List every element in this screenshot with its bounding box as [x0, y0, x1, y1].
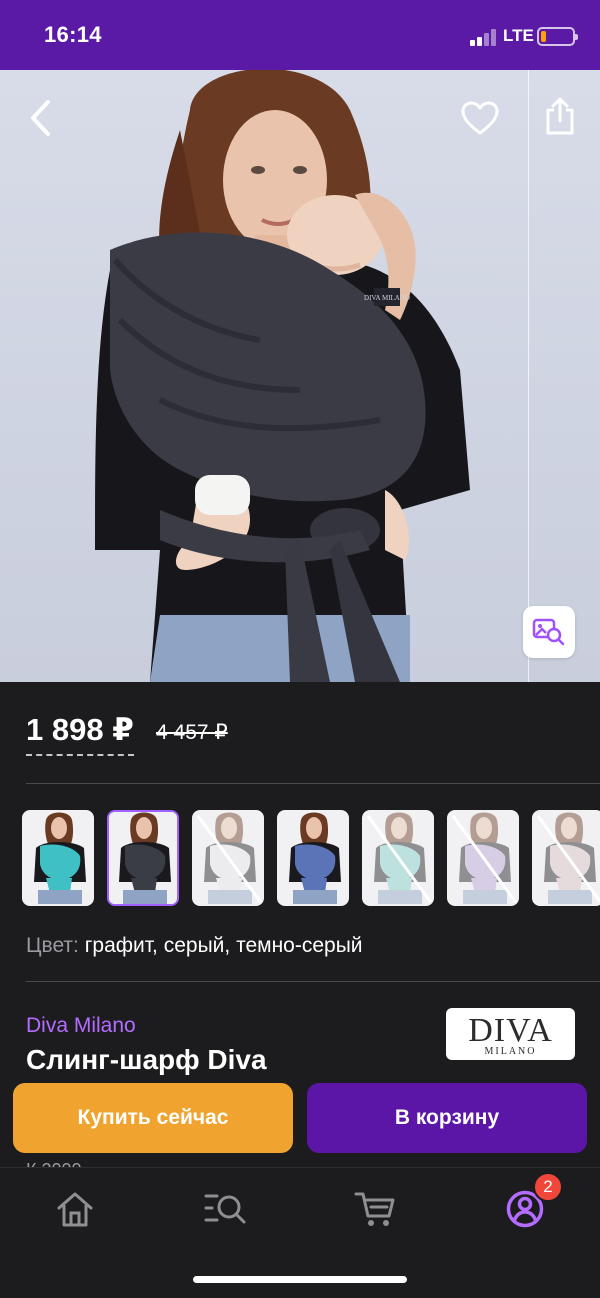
- color-variant-7[interactable]: [532, 810, 600, 906]
- status-bar: 16:14 LTE: [0, 0, 600, 70]
- variant-thumbnail: [24, 812, 92, 904]
- color-variant-4[interactable]: [277, 810, 349, 906]
- color-variant-list: [22, 810, 600, 908]
- color-variant-2[interactable]: [107, 810, 179, 906]
- color-label: Цвет:: [26, 934, 79, 957]
- variant-thumbnail: [279, 812, 347, 904]
- divider: [26, 981, 600, 982]
- add-to-cart-button[interactable]: В корзину: [307, 1083, 587, 1153]
- variant-thumbnail: [364, 812, 432, 904]
- catalog-search-icon: [204, 1194, 246, 1224]
- brand-logo-sub: MILANO: [484, 1046, 537, 1057]
- color-variant-1[interactable]: [22, 810, 94, 906]
- visual-search-button[interactable]: [523, 606, 575, 658]
- color-info: Цвет: графит, серый, темно-серый: [26, 934, 363, 958]
- back-button[interactable]: [18, 96, 62, 140]
- brand-link[interactable]: Diva Milano: [26, 1014, 136, 1038]
- buy-now-button[interactable]: Купить сейчас: [13, 1083, 293, 1153]
- home-icon: [57, 1192, 93, 1227]
- variant-thumbnail: [194, 812, 262, 904]
- product-title: Слинг-шарф Diva: [26, 1044, 267, 1075]
- signal-icon: [470, 28, 498, 46]
- divider: [26, 783, 600, 784]
- brand-logo-main: DIVA: [468, 1012, 553, 1049]
- favorite-button[interactable]: [456, 96, 504, 140]
- notification-badge: 2: [533, 1172, 563, 1202]
- network-type: LTE: [503, 26, 534, 45]
- image-search-icon: [532, 618, 565, 646]
- status-time: 16:14: [44, 22, 102, 47]
- variant-thumbnail: [109, 812, 177, 904]
- old-price: 4 457 ₽: [156, 721, 228, 744]
- tab-cart[interactable]: [352, 1186, 398, 1232]
- hero-divider: [528, 70, 529, 682]
- brand-logo[interactable]: DIVA MILANO: [446, 1008, 575, 1060]
- color-variant-5[interactable]: [362, 810, 434, 906]
- heart-icon: [461, 101, 499, 135]
- chevron-left-icon: [31, 100, 50, 136]
- variant-thumbnail: [449, 812, 517, 904]
- product-photo-image: DIVA MILANO: [95, 70, 470, 682]
- color-variant-6[interactable]: [447, 810, 519, 906]
- share-icon: [546, 97, 574, 135]
- current-price[interactable]: 1 898 ₽: [26, 712, 134, 756]
- color-variant-3[interactable]: [192, 810, 264, 906]
- cart-icon: [354, 1192, 395, 1226]
- color-value: графит, серый, темно-серый: [84, 934, 363, 957]
- share-button[interactable]: [538, 92, 582, 140]
- tab-catalog[interactable]: [202, 1186, 248, 1232]
- home-indicator: [193, 1276, 407, 1283]
- battery-icon: [537, 27, 578, 46]
- variant-thumbnail: [534, 812, 600, 904]
- wrap-brand-label: DIVA MILANO: [364, 294, 410, 302]
- tab-home[interactable]: [52, 1186, 98, 1232]
- product-photo[interactable]: DIVA MILANO: [0, 70, 600, 682]
